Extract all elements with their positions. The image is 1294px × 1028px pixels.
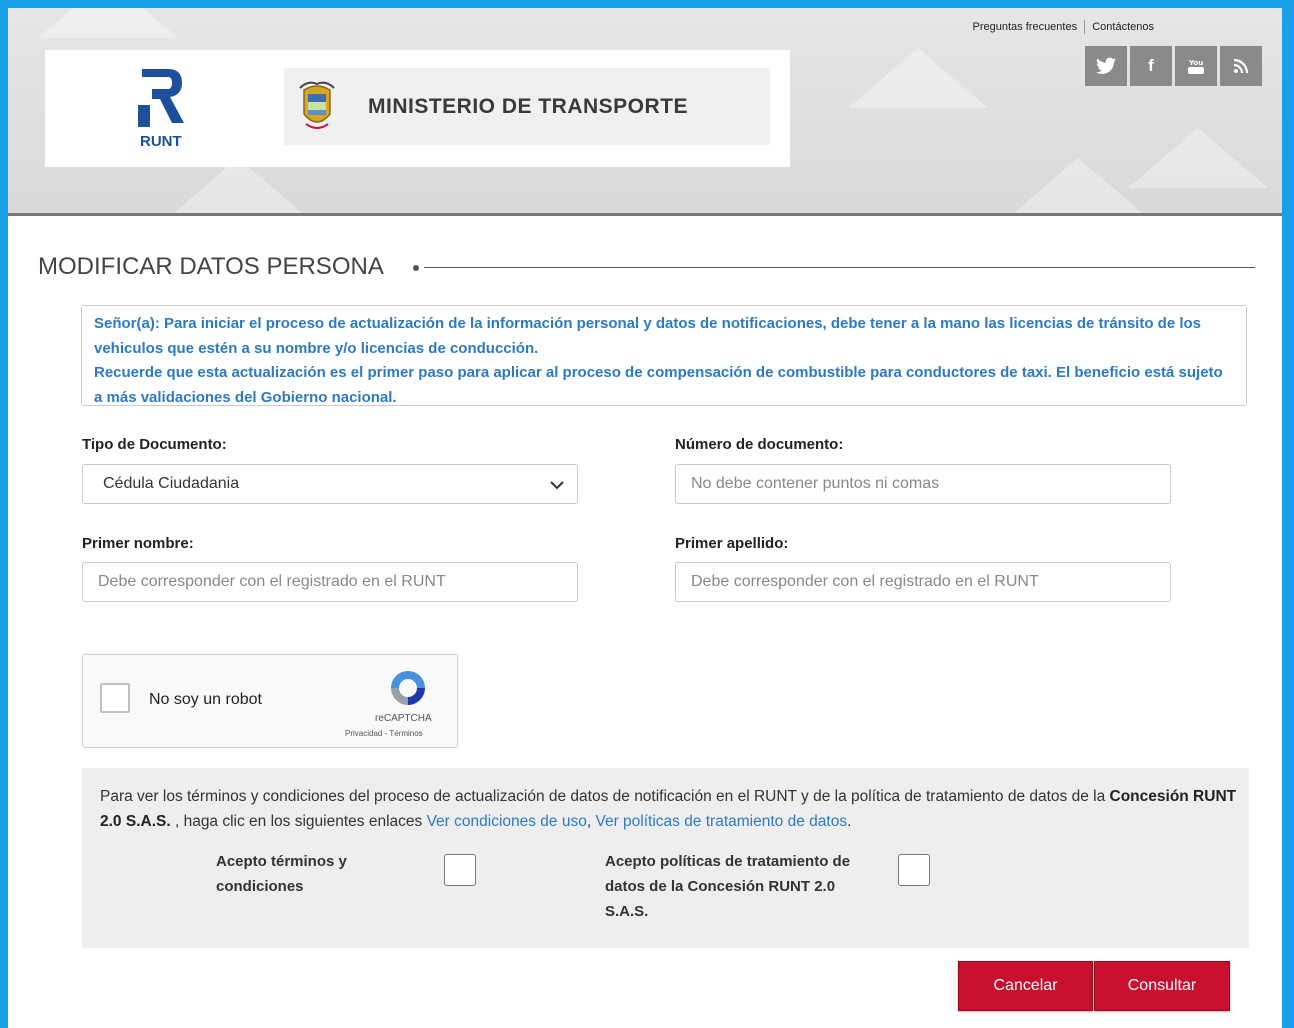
first-name-input[interactable] xyxy=(82,562,578,602)
cancel-button[interactable]: Cancelar xyxy=(958,961,1093,1011)
recaptcha-icon xyxy=(391,671,425,705)
svg-text:You: You xyxy=(1188,59,1203,67)
logo-banner: RUNT MINISTERIO DE TRANSPORTE xyxy=(45,50,790,167)
doc-type-value: Cédula Ciudadania xyxy=(103,475,240,492)
header-decoration xyxy=(1008,158,1148,213)
recaptcha-brand: reCAPTCHA xyxy=(375,713,432,724)
link-divider xyxy=(1084,20,1086,34)
recaptcha-links[interactable]: Privacidad - Términos xyxy=(345,729,423,738)
header-decoration xyxy=(1128,128,1268,188)
runt-logo-icon xyxy=(138,69,184,127)
doc-number-input[interactable] xyxy=(675,464,1171,504)
title-dot xyxy=(413,265,419,271)
accept-policies-checkbox[interactable] xyxy=(898,854,930,886)
doc-type-label: Tipo de Documento: xyxy=(82,436,227,453)
notice-line-1: Señor(a): Para iniciar el proceso de act… xyxy=(94,315,1202,357)
colombia-crest-icon xyxy=(299,81,335,129)
doc-type-select[interactable]: Cédula Ciudadania xyxy=(82,464,578,504)
header-decoration xyxy=(38,8,178,38)
info-notice: Señor(a): Para iniciar el proceso de act… xyxy=(81,305,1247,406)
page-frame: Preguntas frecuentes Contáctenos f You R… xyxy=(8,8,1282,1028)
accept-policies-label: Acepto políticas de tratamiento de datos… xyxy=(605,853,851,920)
title-divider xyxy=(424,267,1255,268)
notice-line-2: Recuerde que esta actualización es el pr… xyxy=(94,364,1223,406)
header-decoration xyxy=(848,48,988,108)
last-name-input[interactable] xyxy=(675,562,1171,602)
recaptcha-checkbox[interactable] xyxy=(100,683,130,713)
runt-logo-text: RUNT xyxy=(140,133,182,150)
accept-terms-label: Acepto términos y condiciones xyxy=(216,853,347,895)
consult-button[interactable]: Consultar xyxy=(1094,961,1230,1011)
youtube-icon[interactable]: You xyxy=(1175,46,1217,86)
faq-link[interactable]: Preguntas frecuentes xyxy=(973,21,1078,33)
ministry-name: MINISTERIO DE TRANSPORTE xyxy=(368,94,689,118)
header: Preguntas frecuentes Contáctenos f You R… xyxy=(8,8,1282,216)
recaptcha-widget: No soy un robot reCAPTCHA Privacidad - T… xyxy=(82,654,458,748)
page-title: MODIFICAR DATOS PERSONA xyxy=(38,253,384,280)
runt-logo[interactable]: RUNT xyxy=(130,65,200,155)
last-name-label: Primer apellido: xyxy=(675,535,789,552)
twitter-icon[interactable] xyxy=(1085,46,1127,86)
data-policy-link[interactable]: Ver políticas de tratamiento de datos xyxy=(595,813,847,830)
terms-period: . xyxy=(847,813,852,830)
terms-panel: Para ver los términos y condiciones del … xyxy=(82,768,1249,948)
ministry-banner: MINISTERIO DE TRANSPORTE xyxy=(284,68,770,145)
chevron-down-icon xyxy=(550,481,564,490)
rss-icon[interactable] xyxy=(1220,46,1262,86)
social-links: f You xyxy=(1085,46,1262,86)
terms-text: Para ver los términos y condiciones del … xyxy=(100,784,1240,834)
terms-text-start: Para ver los términos y condiciones del … xyxy=(100,788,1110,805)
recaptcha-label: No soy un robot xyxy=(149,691,262,708)
contact-link[interactable]: Contáctenos xyxy=(1092,21,1154,33)
terms-of-use-link[interactable]: Ver condiciones de uso xyxy=(427,813,587,830)
first-name-label: Primer nombre: xyxy=(82,535,194,552)
facebook-icon[interactable]: f xyxy=(1130,46,1172,86)
terms-text-middle: , haga clic en los siguientes enlaces xyxy=(170,813,427,830)
doc-number-label: Número de documento: xyxy=(675,436,844,453)
top-links: Preguntas frecuentes Contáctenos xyxy=(973,20,1154,34)
accept-terms-checkbox[interactable] xyxy=(444,854,476,886)
